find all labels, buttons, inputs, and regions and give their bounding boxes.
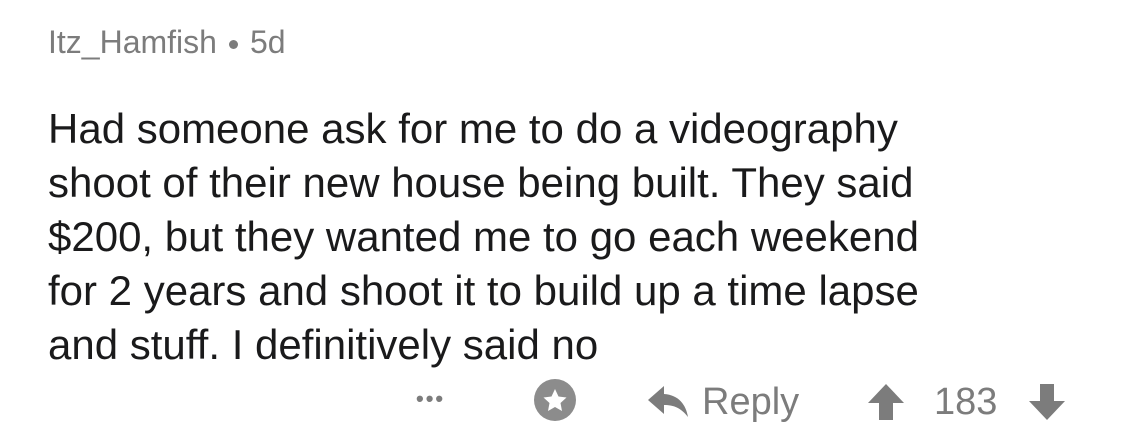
comment-meta: Itz_Hamfish 5d: [48, 18, 1088, 66]
more-options-icon: •••: [416, 386, 446, 411]
downvote-arrow-icon: [1029, 384, 1065, 420]
comment-age: 5d: [249, 24, 286, 60]
comment: Itz_Hamfish 5d Had someone ask for me to…: [48, 18, 1088, 372]
author-username[interactable]: Itz_Hamfish: [48, 18, 217, 66]
separator-dot: [228, 39, 238, 49]
comment-body: Had someone ask for me to do a videograp…: [48, 105, 919, 368]
score-value: 183: [934, 381, 998, 423]
reply-button[interactable]: Reply: [646, 380, 799, 424]
upvote-button[interactable]: [866, 382, 906, 422]
comment-actions: ••• Reply 183: [0, 376, 1125, 428]
upvote-arrow-icon: [868, 384, 904, 420]
downvote-button[interactable]: [1027, 382, 1067, 422]
reply-arrow-icon: [648, 386, 688, 417]
reply-label: Reply: [702, 381, 800, 423]
award-icon: [534, 379, 576, 421]
vote-score: 183: [934, 380, 997, 424]
more-options-button[interactable]: •••: [416, 386, 445, 412]
award-button[interactable]: [533, 378, 577, 422]
